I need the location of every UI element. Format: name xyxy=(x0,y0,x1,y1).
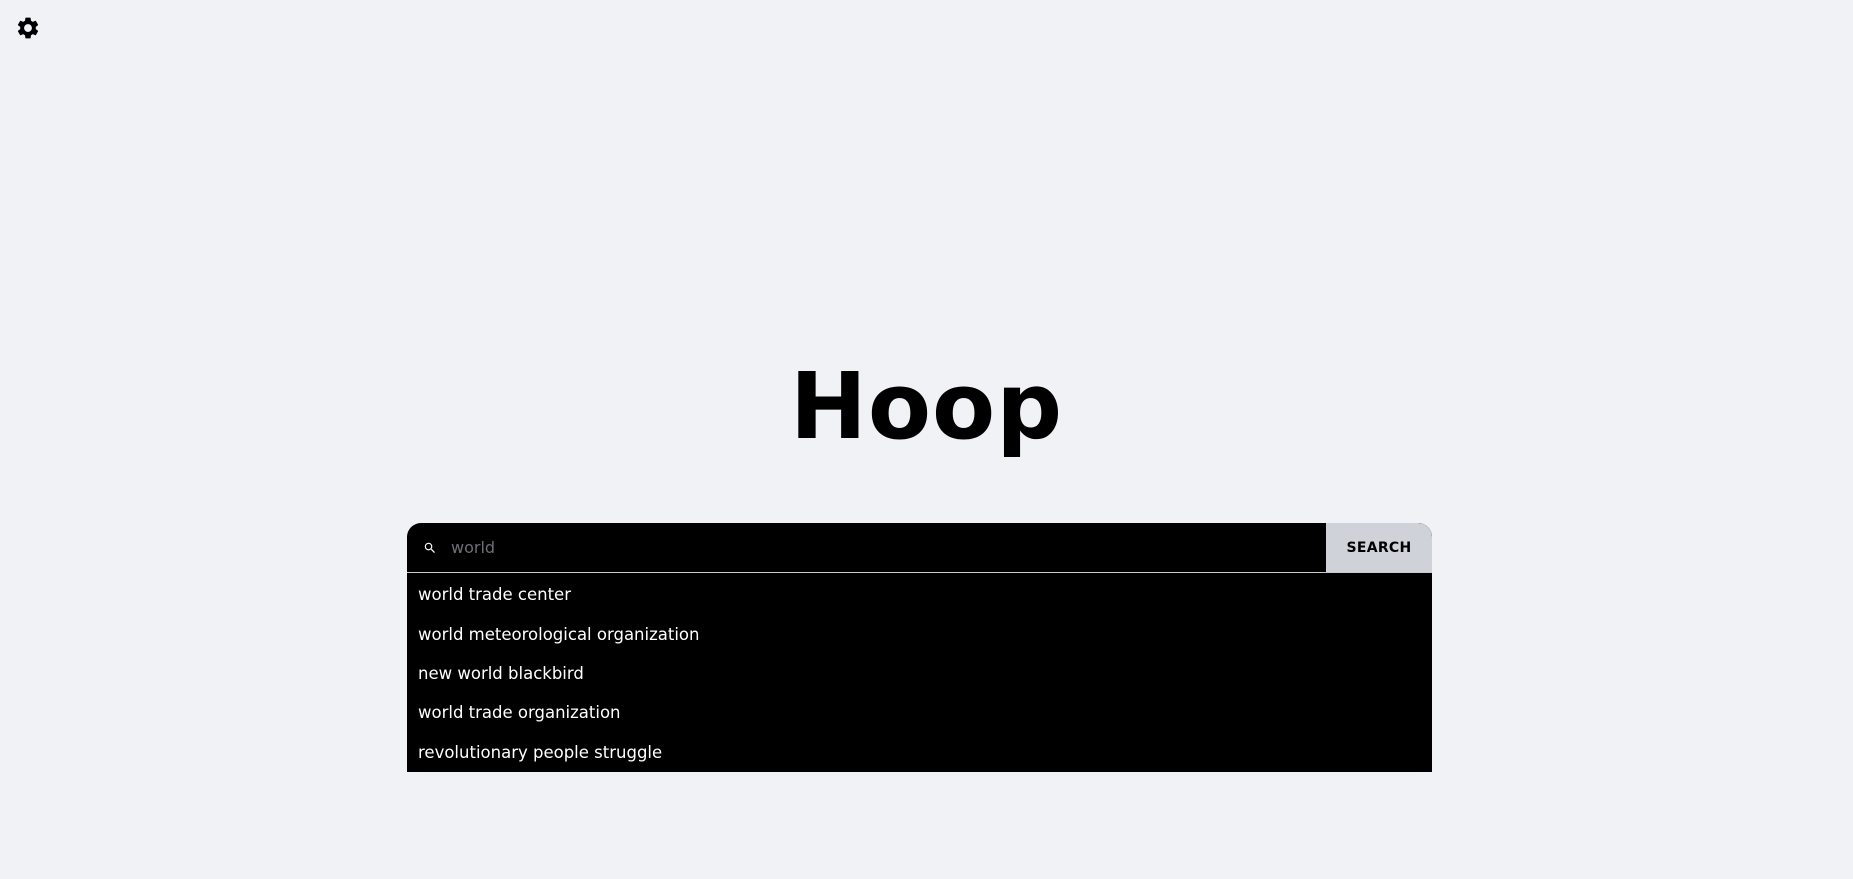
search-icon xyxy=(423,541,437,555)
gear-icon xyxy=(15,15,41,41)
suggestions-dropdown: world trade center world meteorological … xyxy=(407,573,1432,772)
search-input[interactable] xyxy=(451,532,1326,563)
logo-title: Hoop xyxy=(789,353,1064,460)
search-field[interactable] xyxy=(407,523,1326,572)
search-button[interactable]: SEARCH xyxy=(1326,523,1432,572)
suggestion-item[interactable]: world trade organization xyxy=(407,693,1432,732)
suggestion-item[interactable]: new world blackbird xyxy=(407,654,1432,693)
suggestion-item[interactable]: world trade center xyxy=(407,575,1432,614)
search-bar: SEARCH xyxy=(407,523,1432,573)
search-container: SEARCH world trade center world meteorol… xyxy=(407,523,1432,772)
settings-button[interactable] xyxy=(15,15,41,41)
suggestion-item[interactable]: world meteorological organization xyxy=(407,614,1432,653)
suggestion-item[interactable]: revolutionary people struggle xyxy=(407,733,1432,772)
